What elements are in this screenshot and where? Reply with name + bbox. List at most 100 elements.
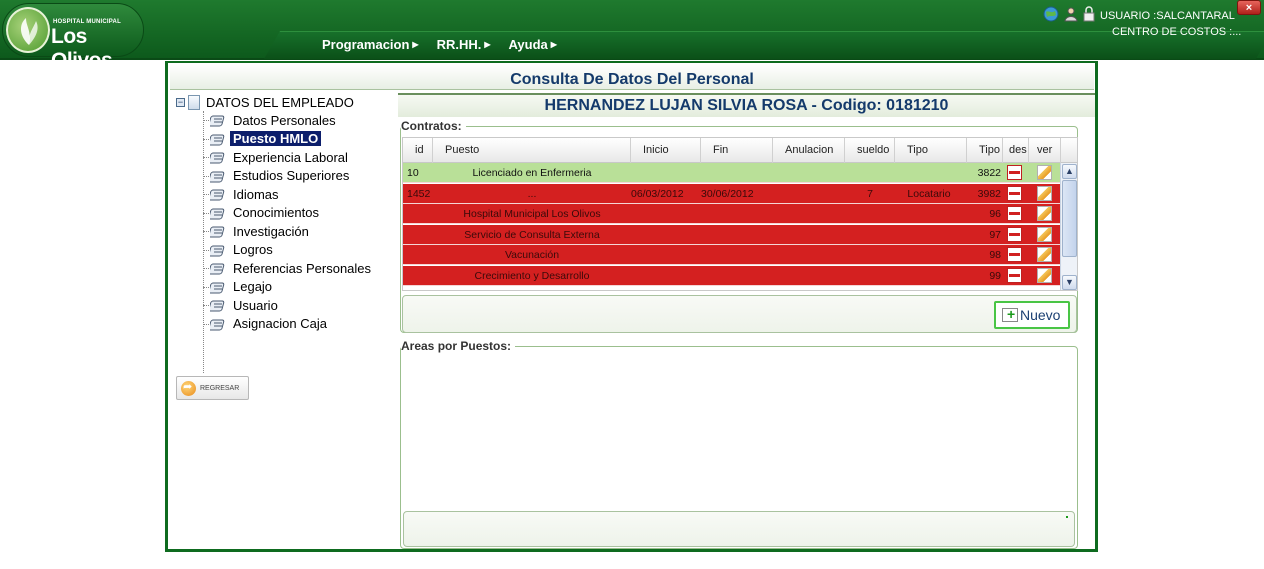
employee-tree: − DATOS DEL EMPLEADO Datos Personales Pu… (176, 93, 401, 373)
lock-icon[interactable] (1083, 6, 1095, 22)
tree-item-estudios-superiores[interactable]: Estudios Superiores (176, 167, 401, 186)
grid-header: id Puesto Inicio Fin Anulacion sueldo Ti… (403, 138, 1077, 163)
cell-tipo (895, 163, 963, 183)
edit-icon[interactable] (1037, 165, 1052, 180)
page-title: Consulta De Datos Del Personal (510, 71, 754, 88)
edit-icon[interactable] (1037, 268, 1052, 283)
tree-item-datos-personales[interactable]: Datos Personales (176, 111, 401, 130)
col-header-tipo[interactable]: Tipo (895, 138, 967, 163)
delete-icon[interactable] (1007, 226, 1022, 242)
tree-item-investigacion[interactable]: Investigación (176, 222, 401, 241)
cell-sueldo (845, 245, 895, 265)
table-row[interactable]: Vacunación 98 (403, 245, 1061, 266)
cell-inicio: 06/03/2012 (631, 187, 684, 200)
menu-label: Ayuda (508, 36, 548, 52)
edit-icon[interactable] (1037, 247, 1052, 263)
notepad-icon (210, 226, 225, 238)
page-title-bar: Consulta De Datos Del Personal (170, 65, 1094, 90)
col-header-ver[interactable]: ver (1029, 138, 1061, 163)
delete-icon[interactable] (1007, 165, 1022, 180)
user-icon[interactable] (1063, 6, 1079, 22)
tree-item-legajo[interactable]: Legajo (176, 278, 401, 297)
cell-inicio (631, 245, 701, 265)
cell-tipo2: 96 (989, 208, 1001, 221)
hospital-logo: HOSPITAL MUNICIPAL Los Olivos (2, 3, 144, 72)
cell-puesto: Crecimiento y Desarrollo (474, 270, 590, 282)
cell-tipo2: 98 (989, 249, 1001, 262)
caret-right-icon: ▶ (412, 39, 419, 49)
cell-fin (701, 266, 773, 286)
close-button[interactable]: × (1237, 0, 1261, 15)
menu-rrhh[interactable]: RR.HH. ▶ (437, 35, 491, 53)
tree-item-label: Asignacion Caja (233, 316, 327, 332)
areas-footer (403, 511, 1075, 547)
notepad-icon (210, 300, 225, 312)
col-header-des[interactable]: des (1003, 138, 1029, 163)
tree-item-label: Conocimientos (233, 205, 319, 221)
col-header-puesto[interactable]: Puesto (433, 138, 631, 163)
grid-scrollbar[interactable]: ▲ ▼ (1060, 163, 1077, 290)
menu-programacion[interactable]: Programacion ▶ (322, 35, 419, 53)
globe-icon[interactable] (1043, 6, 1059, 22)
cell-puesto: Hospital Municipal Los Olivos (463, 208, 601, 221)
employee-title: HERNANDEZ LUJAN SILVIA ROSA - Codigo: 01… (544, 97, 949, 114)
cell-id (407, 225, 433, 245)
scroll-down-icon[interactable]: ▼ (1062, 275, 1077, 290)
table-row[interactable]: 10 Licenciado en Enfermeria 3822 (403, 163, 1061, 183)
edit-icon[interactable] (1037, 226, 1052, 242)
tree-item-asignacion-caja[interactable]: Asignacion Caja (176, 315, 401, 334)
col-header-tipo2[interactable]: Tipo (967, 138, 1003, 163)
edit-icon[interactable] (1037, 185, 1052, 201)
tree-item-label: Estudios Superiores (233, 168, 350, 184)
col-header-sueldo[interactable]: sueldo (845, 138, 895, 163)
delete-icon[interactable] (1007, 206, 1022, 222)
cell-tipo2: 3982 (977, 187, 1001, 200)
col-header-anulacion[interactable]: Anulacion (773, 138, 845, 163)
cell-tipo (895, 245, 963, 265)
delete-icon[interactable] (1007, 247, 1022, 263)
back-button-label: REGRESAR (200, 384, 240, 392)
table-row[interactable]: Crecimiento y Desarrollo 99 (403, 266, 1061, 286)
table-row[interactable]: Servicio de Consulta Externa 97 (403, 224, 1061, 245)
tree-item-referencias-personales[interactable]: Referencias Personales (176, 259, 401, 278)
menu-ayuda[interactable]: Ayuda ▶ (509, 35, 557, 53)
tree-item-conocimientos[interactable]: Conocimientos (176, 204, 401, 223)
tree-root-label: DATOS DEL EMPLEADO (206, 94, 354, 110)
main-menu: Programacion ▶ RR.HH. ▶ Ayuda ▶ (322, 35, 557, 53)
tree-item-experiencia-laboral[interactable]: Experiencia Laboral (176, 148, 401, 167)
cell-tipo2: 3822 (977, 167, 1001, 179)
cell-tipo2: 97 (989, 228, 1001, 241)
notepad-icon (210, 171, 225, 182)
tree-item-usuario[interactable]: Usuario (176, 296, 401, 315)
edit-icon[interactable] (1037, 206, 1052, 222)
col-header-id[interactable]: id (403, 138, 433, 163)
back-button[interactable]: REGRESAR (176, 376, 249, 400)
cell-anulacion (773, 204, 845, 224)
tree-item-idiomas[interactable]: Idiomas (176, 185, 401, 204)
delete-icon[interactable] (1007, 268, 1022, 283)
cell-puesto: ... (527, 187, 537, 200)
delete-icon[interactable] (1007, 185, 1022, 201)
cell-tipo: Locatario (907, 187, 951, 200)
col-header-fin[interactable]: Fin (701, 138, 773, 163)
tree-root[interactable]: − DATOS DEL EMPLEADO (176, 93, 401, 111)
scroll-thumb[interactable] (1062, 180, 1077, 257)
caret-right-icon: ▶ (550, 39, 557, 49)
cell-id (407, 204, 433, 224)
col-header-inicio[interactable]: Inicio (631, 138, 701, 163)
notepad-icon (210, 134, 225, 145)
notepad-icon (210, 282, 225, 293)
cell-inicio (631, 225, 701, 245)
notepad-icon (210, 152, 225, 164)
tree-item-puesto-hmlo[interactable]: Puesto HMLO (176, 130, 401, 149)
table-row[interactable]: 1452... 06/03/2012 30/06/2012 7 Locatario 398… (403, 183, 1061, 204)
menu-label: Programacion (322, 36, 410, 52)
tree-item-logros[interactable]: Logros (176, 241, 401, 260)
cell-id (407, 245, 433, 265)
collapse-icon[interactable]: − (176, 97, 185, 107)
cell-fin (701, 163, 773, 183)
table-row[interactable]: Hospital Municipal Los Olivos 96 (403, 204, 1061, 225)
tree-item-label: Puesto HMLO (230, 131, 322, 147)
new-button[interactable]: Nuevo (994, 301, 1070, 329)
scroll-up-icon[interactable]: ▲ (1062, 164, 1077, 179)
